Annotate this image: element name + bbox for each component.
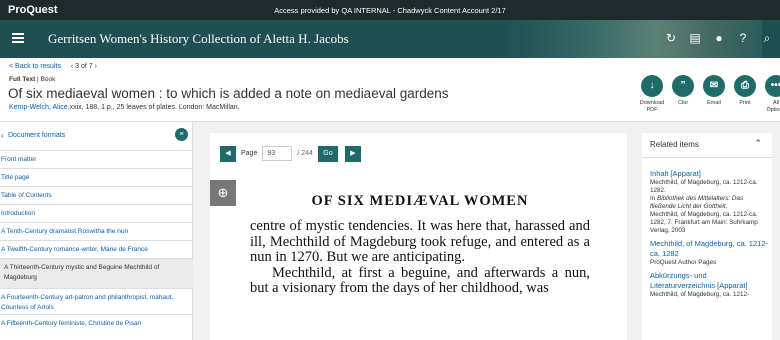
zoom-icon[interactable]: ⊕ <box>210 180 236 206</box>
email-label: Email <box>707 100 721 106</box>
download-pdf-label: Download PDF <box>639 100 665 113</box>
collection-title[interactable]: Gerritsen Women's History Collection of … <box>48 31 349 47</box>
document-formats-label: Document formats <box>8 132 66 139</box>
related-item-title[interactable]: Abkürzungs- und Literaturverzeichnis [Ap… <box>650 271 770 291</box>
toc-item-roswitha[interactable]: A Tenth-Century dramatist Roswitha the n… <box>0 222 193 240</box>
related-item: Inhalt [Apparat] Mechthild, of Magdeburg… <box>650 169 770 235</box>
page-label: Page <box>241 150 258 157</box>
print-button[interactable]: ⎙ Print <box>732 75 758 114</box>
document-type: Full Text | Book <box>9 76 55 83</box>
chevron-left-icon: ‹ <box>1 131 4 140</box>
email-icon: ✉ <box>703 75 725 97</box>
table-of-contents: Front matter Title page Table of Content… <box>0 150 193 332</box>
download-pdf-icon: ↓ <box>641 75 663 97</box>
page-viewer: ◀ Page 93 / 244 Go ▶ ⊕ OF SIX MEDIÆVAL W… <box>210 133 627 340</box>
related-item-title[interactable]: Mechthild, of Magdeburg, ca. 1212-ca. 12… <box>650 239 770 259</box>
full-text-label: Full Text <box>9 76 36 83</box>
document-formats-toggle[interactable]: ‹ Document formats <box>0 130 193 144</box>
document-formats-sidebar: ‹ Document formats ≡ Front matter Title … <box>0 122 193 340</box>
related-items-list: Inhalt [Apparat] Mechthild, of Magdeburg… <box>650 169 770 303</box>
related-items-heading: Related items <box>650 140 699 149</box>
search-icon[interactable]: ⌕ <box>760 31 774 45</box>
next-page-button[interactable]: ▶ <box>344 145 361 162</box>
page-total: / 244 <box>297 150 313 157</box>
back-to-results-link[interactable]: < Back to results <box>9 63 61 70</box>
related-items-panel: Related items ⌃ Inhalt [Apparat] Mechthi… <box>642 133 772 340</box>
all-options-label: All Options <box>766 100 780 113</box>
document-author-line: Kemp-Welch, Alice.xxix, 188, 1 p., 25 le… <box>9 104 240 111</box>
page-heading: OF SIX MEDIÆVAL WOMEN <box>311 193 529 209</box>
go-button[interactable]: Go <box>317 145 338 162</box>
related-item-author: Mechthild, of Magdeburg, ca. 1212- <box>650 291 750 298</box>
toc-item-introduction[interactable]: Introduction <box>0 204 193 222</box>
more-icon: ••• <box>765 75 780 97</box>
all-options-button[interactable]: ••• All Options <box>763 75 780 114</box>
page-navigation: ◀ Page 93 / 244 Go ▶ <box>220 145 361 162</box>
related-divider <box>642 157 772 158</box>
cite-label: Cite <box>678 100 688 106</box>
top-access-bar: ProQuest Access provided by QA INTERNAL … <box>0 0 780 20</box>
header-icons: ↻ ▤ ● ? ⌕ <box>664 31 774 45</box>
previous-page-button[interactable]: ◀ <box>220 145 236 162</box>
toc-item-table-of-contents[interactable]: Table of Contents <box>0 186 193 204</box>
breadcrumb: < Back to results ‹ 3 of 7 › <box>9 63 105 70</box>
toc-item-marie-de-france[interactable]: A Twelfth-Century romance-writer, Marie … <box>0 240 193 258</box>
page-paragraph-1: centre of mystic tendencies. It was here… <box>250 218 590 265</box>
related-item-title[interactable]: Inhalt [Apparat] <box>650 169 770 179</box>
toc-item-front-matter[interactable]: Front matter <box>0 150 193 168</box>
toc-item-christine-de-pisan[interactable]: A Fifteenth-Century feministe, Christine… <box>0 314 193 332</box>
scanned-page: OF SIX MEDIÆVAL WOMEN centre of mystic t… <box>250 193 590 297</box>
related-item-author: ProQuest Author Pages <box>650 259 717 266</box>
toc-item-title-page[interactable]: Title page <box>0 168 193 186</box>
collection-header: Gerritsen Women's History Collection of … <box>0 20 780 58</box>
user-icon[interactable]: ● <box>712 31 726 45</box>
list-icon[interactable]: ≡ <box>175 128 188 141</box>
print-label: Print <box>739 100 751 106</box>
email-button[interactable]: ✉ Email <box>701 75 727 114</box>
history-icon[interactable]: ↻ <box>664 31 678 45</box>
related-item-source: In Bibliothek des Mittelalters: Das flie… <box>650 195 770 211</box>
author-link[interactable]: Kemp-Welch, Alice <box>9 104 68 111</box>
book-label: Book <box>40 76 56 83</box>
help-icon[interactable]: ? <box>736 31 750 45</box>
download-pdf-button[interactable]: ↓ Download PDF <box>639 75 665 114</box>
result-pager[interactable]: ‹ 3 of 7 › <box>71 63 97 70</box>
related-item: Mechthild, of Magdeburg, ca. 1212-ca. 12… <box>650 239 770 267</box>
toc-item-mechthild-selected[interactable]: A Thirteenth-Century mystic and Beguine … <box>0 258 193 288</box>
menu-icon[interactable] <box>12 33 24 43</box>
chevron-up-icon[interactable]: ⌃ <box>754 138 762 149</box>
related-item-publication: Mechthild, of Magdeburg, ca. 1212-ca. 12… <box>650 211 758 234</box>
access-notice: Access provided by QA INTERNAL - Chadwyc… <box>274 6 506 15</box>
related-item-author: Mechthild, of Magdeburg, ca. 1212-ca. 12… <box>650 179 758 194</box>
page-paragraph-2: Mechthild, at first a beguine, and after… <box>250 264 590 296</box>
toc-item-mahaut[interactable]: A Fourteenth-Century art-patron and phil… <box>0 288 193 314</box>
cite-button[interactable]: ” Cite <box>670 75 696 114</box>
folder-icon[interactable]: ▤ <box>688 31 702 45</box>
document-actions: ↓ Download PDF ” Cite ✉ Email ⎙ Print ••• All… <box>639 75 780 114</box>
page-number-input[interactable]: 93 <box>262 146 293 161</box>
document-title: Of six mediaeval women : to which is add… <box>8 86 449 101</box>
document-details: .xxix, 188, 1 p., 25 leaves of plates. L… <box>67 104 240 111</box>
related-item-source-prefix: In <box>650 195 658 202</box>
print-icon: ⎙ <box>734 75 756 97</box>
quote-icon: ” <box>672 75 694 97</box>
related-item: Abkürzungs- und Literaturverzeichnis [Ap… <box>650 271 770 299</box>
related-item-source-title: Bibliothek des Mittelalters: Das fließen… <box>650 195 744 210</box>
